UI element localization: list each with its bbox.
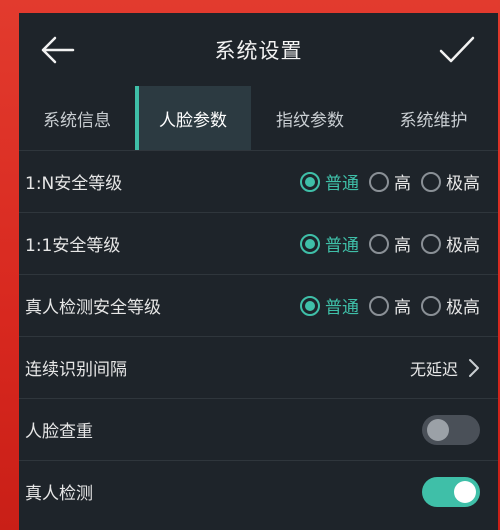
radio-option-normal[interactable]: 普通 [300,231,359,256]
checkmark-icon[interactable] [438,35,476,65]
radio-option-very-high[interactable]: 极高 [421,293,480,318]
setting-row-1-1-security: 1:1安全等级 普通 高 极高 [19,212,498,274]
tab-system-info[interactable]: 系统信息 [19,86,135,150]
radio-label: 极高 [446,236,480,256]
setting-label: 真人检测安全等级 [25,298,161,318]
liveness-toggle[interactable] [422,476,480,507]
radio-option-normal[interactable]: 普通 [300,293,359,318]
setting-row-liveness-security: 真人检测安全等级 普通 高 极高 [19,274,498,336]
radio-label: 极高 [446,298,480,318]
setting-label: 1:N安全等级 [25,174,123,194]
setting-row-liveness: 真人检测 [19,460,498,522]
tab-system-maintenance[interactable]: 系统维护 [369,86,498,150]
setting-label: 真人检测 [25,484,93,504]
tab-bar: 系统信息 人脸参数 指纹参数 系统维护 [19,86,498,150]
radio-group: 普通 高 极高 [300,231,480,256]
radio-selected-icon [300,171,320,192]
radio-option-normal[interactable]: 普通 [300,169,359,194]
toggle-knob [427,418,449,441]
page-title: 系统设置 [214,38,303,63]
radio-option-very-high[interactable]: 极高 [421,231,480,256]
radio-option-very-high[interactable]: 极高 [421,169,480,194]
radio-selected-icon [300,295,320,316]
radio-group: 普通 高 极高 [300,169,480,194]
setting-label: 1:1安全等级 [25,236,121,256]
back-arrow-icon[interactable] [39,35,75,65]
radio-label: 普通 [325,236,359,256]
chevron-right-icon [469,358,479,377]
radio-selected-icon [300,233,320,254]
setting-row-n-security: 1:N安全等级 普通 高 极高 [19,150,498,212]
radio-label: 高 [394,174,411,194]
radio-option-high[interactable]: 高 [369,293,411,318]
radio-label: 高 [394,236,411,256]
setting-label: 人脸查重 [25,422,93,442]
setting-row-interval[interactable]: 连续识别间隔 无延迟 [19,336,498,398]
radio-label: 普通 [325,298,359,318]
setting-row-face-dedup: 人脸查重 [19,398,498,460]
radio-label: 高 [394,298,411,318]
radio-label: 普通 [325,174,359,194]
interval-value[interactable]: 无延迟 [410,356,480,380]
radio-group: 普通 高 极高 [300,293,480,318]
radio-option-high[interactable]: 高 [369,169,411,194]
radio-unselected-icon [369,171,389,192]
tab-fingerprint-params[interactable]: 指纹参数 [251,86,369,150]
face-dedup-toggle[interactable] [422,414,480,445]
header-bar: 系统设置 [19,13,498,86]
settings-screen: 系统设置 系统信息 人脸参数 指纹参数 系统维护 1:N安全等级 普通 高 极高 [19,13,498,530]
radio-label: 极高 [446,174,480,194]
toggle-knob [454,480,476,503]
radio-option-high[interactable]: 高 [369,231,411,256]
tab-face-params[interactable]: 人脸参数 [135,86,251,150]
setting-label: 连续识别间隔 [25,360,127,380]
radio-unselected-icon [369,233,389,254]
radio-unselected-icon [369,295,389,316]
radio-unselected-icon [421,233,441,254]
interval-value-text: 无延迟 [409,359,458,379]
radio-unselected-icon [421,171,441,192]
radio-unselected-icon [421,295,441,316]
